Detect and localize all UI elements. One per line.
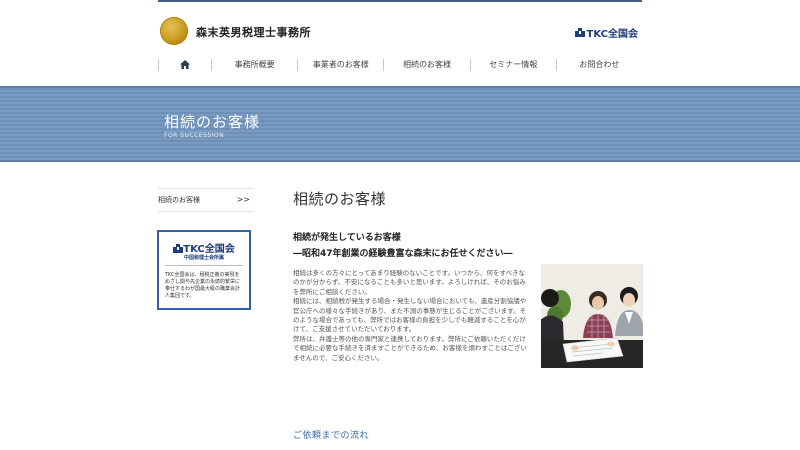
tkc-banner[interactable]: TKC全国会 中国税理士会所属 TKC全国会は、租税正義の実現をめざし関与先企業… (157, 230, 251, 310)
body-paragraph: 相続は多くの方々にとってあまり経験のないことです。いつから、何をすべきなのかが分… (293, 269, 526, 296)
double-chevron-icon: >> (236, 195, 250, 204)
consultation-photo (541, 264, 643, 368)
body-paragraph: 相続には、相続税が発生する場合・発生しない場合においても、遺産分割協議や官公庁へ… (293, 297, 527, 334)
tkc-banner-divider (165, 265, 243, 266)
tkc-mark-icon (173, 244, 184, 253)
body-paragraph: 弊所は、弁護士等の他の専門家と連携しております。弊所にご依頼いただくだけで相続に… (293, 334, 527, 362)
banner-title: 相続のお客様 (164, 113, 261, 131)
tkc-header-label: TKC全国会 (586, 29, 638, 40)
consultation-illustration (541, 264, 643, 368)
sidebar-item-inheritance[interactable]: 相続のお客様 >> (158, 188, 254, 212)
office-logo[interactable] (160, 17, 188, 45)
tkc-banner-sub: 中国税理士会所属 (183, 255, 224, 261)
flow-link[interactable]: ご依頼までの流れ (293, 428, 369, 441)
site-title[interactable]: 森末英男税理士事務所 (196, 24, 311, 40)
sidebar-item-label: 相続のお客様 (158, 196, 200, 204)
page-title: 相続のお客様 (293, 190, 387, 208)
nav-contact[interactable]: お問合わせ (555, 59, 642, 71)
nav-seminar-info[interactable]: セミナー情報 (469, 59, 556, 71)
body-text: 相続は多くの方々にとってあまり経験のないことです。いつから、何をすべきなのかが分… (293, 269, 529, 363)
top-accent-line (158, 0, 642, 2)
banner-subtitle: FOR SUCCESSION (164, 132, 225, 139)
headline-line-1: 相続が発生しているお客様 (293, 233, 401, 243)
global-nav: 事務所概要 事業者のお客様 相続のお客様 セミナー情報 お問合わせ (158, 56, 642, 74)
headline-line-2: ―昭和47年創業の経験豊富な森末にお任せください― (293, 249, 513, 259)
tkc-mark-icon (574, 28, 585, 37)
nav-business-clients[interactable]: 事業者のお客様 (297, 59, 383, 71)
home-icon (180, 60, 190, 69)
nav-home[interactable] (158, 59, 211, 71)
nav-inheritance-clients[interactable]: 相続のお客様 (383, 59, 469, 71)
tkc-banner-description: TKC全国会は、租税正義の実現をめざし関与先企業の永続的繁栄に奉仕するわが国最大… (165, 272, 241, 299)
tkc-banner-brand: TKC全国会 (159, 240, 249, 255)
section-headline: 相続が発生しているお客様 ―昭和47年創業の経験豊富な森末にお任せください― (293, 230, 513, 262)
tkc-header-logo[interactable]: TKC全国会 (574, 25, 638, 40)
page-banner: 相続のお客様 FOR SUCCESSION (0, 86, 800, 162)
nav-office-overview[interactable]: 事務所概要 (211, 59, 297, 71)
site-header: 森末英男税理士事務所 TKC全国会 (158, 14, 642, 50)
